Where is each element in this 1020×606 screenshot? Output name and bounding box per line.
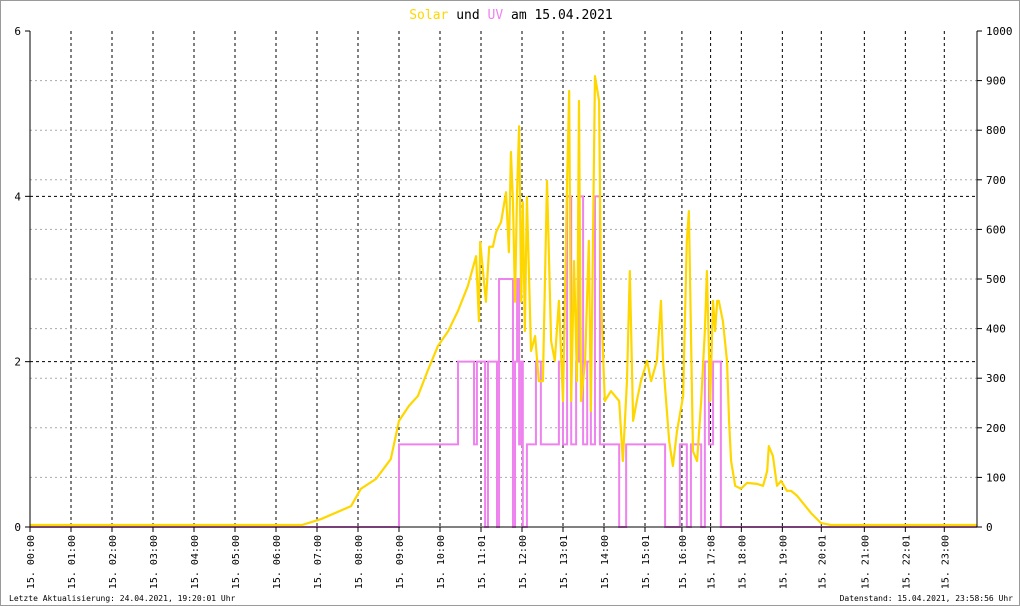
- solar-uv-chart: Solar und UV am 15.04.2021 0 100 200 300 400…: [14, 8, 1013, 589]
- x-tick-label: 15. 19:00: [778, 535, 789, 589]
- x-tick-label: 15. 14:00: [600, 535, 611, 589]
- x-tick-label: 15. 22:01: [901, 535, 912, 589]
- right-tick-label: 700: [986, 174, 1006, 187]
- x-tick-label: 15. 01:00: [67, 535, 78, 589]
- data-state-text: Datenstand: 15.04.2021, 23:58:56 Uhr: [839, 594, 1013, 603]
- left-tick-label: 0: [14, 521, 21, 534]
- right-tick-label: 600: [986, 223, 1006, 236]
- x-tick-label: 15. 21:00: [860, 535, 871, 589]
- chart-title: Solar und UV am 15.04.2021: [409, 8, 613, 23]
- x-tick-label: 15. 04:00: [190, 535, 201, 589]
- x-tick-label: 15. 20:01: [817, 535, 828, 589]
- right-tick-label: 500: [986, 273, 1006, 286]
- title-date: am 15.04.2021: [511, 8, 613, 23]
- title-solar: Solar: [409, 8, 448, 23]
- x-tick-label: 15. 03:00: [149, 535, 160, 589]
- x-tick-label: 15. 17:08: [707, 535, 718, 589]
- x-tick-label: 15. 08:00: [354, 535, 365, 589]
- last-update-text: Letzte Aktualisierung: 24.04.2021, 19:20…: [9, 594, 236, 603]
- right-tick-label: 300: [986, 372, 1006, 385]
- x-tick-label: 15. 07:00: [313, 535, 324, 589]
- x-tick-label: 15. 06:00: [272, 535, 283, 589]
- x-tick-label: 15. 18:00: [737, 535, 748, 589]
- right-tick-label: 900: [986, 75, 1006, 88]
- title-und: und: [456, 8, 479, 23]
- title-uv: UV: [488, 8, 504, 23]
- left-tick-label: 6: [14, 25, 21, 38]
- right-tick-label: 800: [986, 124, 1006, 137]
- x-tick-label: 15. 12:00: [518, 535, 529, 589]
- solar-series-line: [30, 75, 978, 527]
- x-tick-label: 15. 00:00: [26, 535, 37, 589]
- x-tick-label: 15. 11:01: [477, 535, 488, 589]
- x-tick-label: 15. 05:00: [231, 535, 242, 589]
- right-tick-label: 400: [986, 323, 1006, 336]
- right-tick-label: 0: [986, 521, 993, 534]
- x-tick-label: 15. 13:01: [559, 535, 570, 589]
- left-tick-label: 4: [14, 190, 21, 203]
- x-tick-label: 15. 23:00: [940, 535, 951, 589]
- left-tick-label: 2: [14, 356, 21, 369]
- right-tick-label: 100: [986, 471, 1006, 484]
- x-tick-label: 15. 10:00: [436, 535, 447, 589]
- x-tick-label: 15. 02:00: [108, 535, 119, 589]
- x-tick-label: 15. 09:00: [395, 535, 406, 589]
- x-tick-label: 15. 15:01: [641, 535, 652, 589]
- right-tick-label: 200: [986, 422, 1006, 435]
- right-tick-label: 1000: [986, 25, 1013, 38]
- x-tick-label: 15. 16:00: [678, 535, 689, 589]
- chart-container: Solar und UV am 15.04.2021 0 100 200 300 400…: [0, 0, 1020, 606]
